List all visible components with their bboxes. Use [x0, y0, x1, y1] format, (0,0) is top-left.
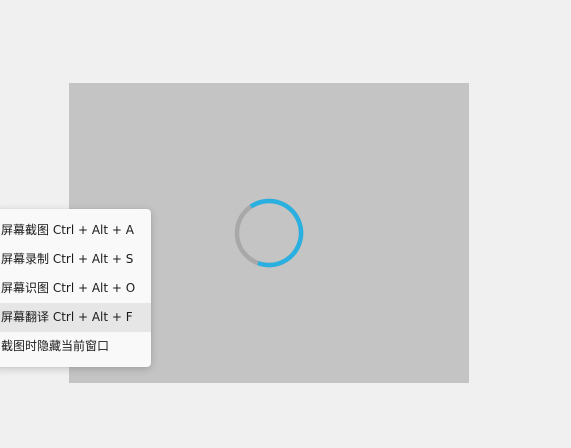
- context-menu: 屏幕截图 Ctrl + Alt + A 屏幕录制 Ctrl + Alt + S …: [0, 209, 151, 367]
- spinner-arc: [234, 198, 304, 268]
- menu-item-hide-window-on-capture[interactable]: 截图时隐藏当前窗口: [0, 332, 151, 361]
- menu-item-screenshot[interactable]: 屏幕截图 Ctrl + Alt + A: [0, 216, 151, 245]
- menu-item-screen-record[interactable]: 屏幕录制 Ctrl + Alt + S: [0, 245, 151, 274]
- menu-item-screen-ocr[interactable]: 屏幕识图 Ctrl + Alt + O: [0, 274, 151, 303]
- loading-spinner-icon: [233, 197, 305, 269]
- menu-item-screen-translate[interactable]: 屏幕翻译 Ctrl + Alt + F: [0, 303, 151, 332]
- screen: 屏幕截图 Ctrl + Alt + A 屏幕录制 Ctrl + Alt + S …: [0, 0, 571, 448]
